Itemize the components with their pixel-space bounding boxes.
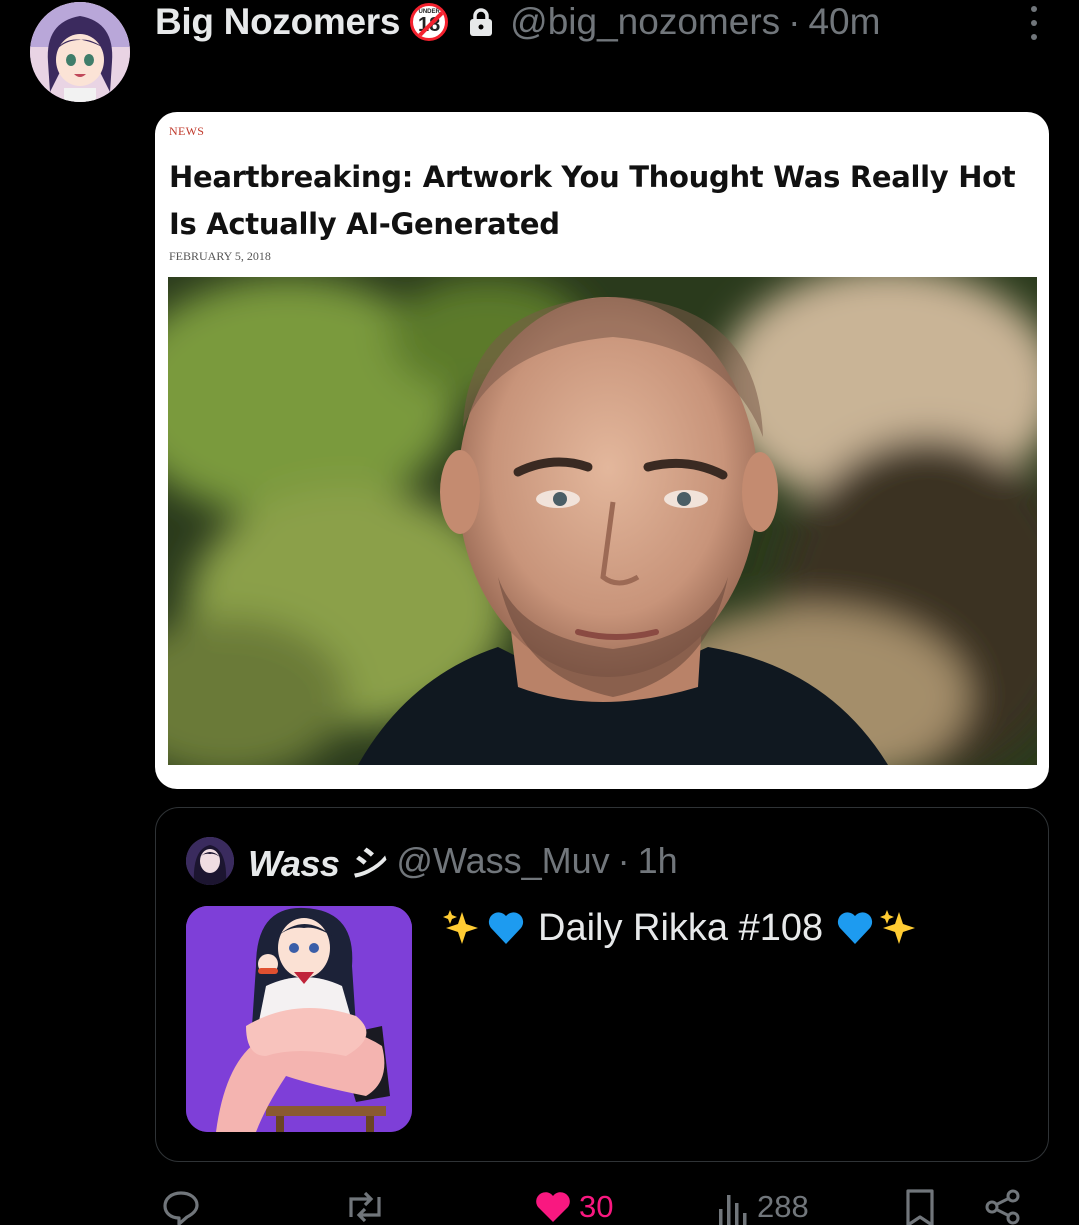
reply-button[interactable] (161, 1188, 201, 1225)
bookmark-icon (903, 1187, 937, 1225)
quoted-post[interactable]: Wass シ @Wass_Muv · 1h Daily Rikka #108 (155, 807, 1049, 1162)
blue-heart-icon (833, 906, 877, 950)
under-18-prohibited-icon: UNDER 18 (410, 3, 449, 41)
blue-heart-icon (484, 906, 528, 950)
views-icon (715, 1187, 751, 1225)
lock-icon (468, 7, 494, 37)
quoted-author-avatar (186, 837, 234, 885)
quoted-author-handle: @Wass_Muv (396, 840, 610, 881)
post-action-bar: 30 288 (155, 1188, 1035, 1225)
author-handle[interactable]: @big_nozomers (510, 1, 780, 43)
share-icon (983, 1187, 1023, 1225)
share-button[interactable] (983, 1188, 1023, 1225)
sparkles-icon (877, 906, 921, 950)
quoted-post-time: 1h (637, 840, 678, 881)
quoted-post-body: Daily Rikka #108 (538, 906, 824, 949)
quoted-time-separator: · (617, 840, 630, 881)
author-display-name[interactable]: Big Nozomers (155, 1, 400, 43)
quoted-post-header: Wass シ @Wass_Muv · 1h (186, 836, 678, 886)
post-header: Big Nozomers UNDER 18 @big_nozomers · 40… (155, 0, 1055, 44)
repost-button[interactable] (343, 1188, 387, 1225)
like-button[interactable]: 30 (533, 1188, 613, 1225)
author-avatar[interactable] (30, 2, 130, 102)
quoted-author-name: Wass シ (248, 843, 385, 884)
heart-filled-icon (533, 1187, 573, 1225)
quoted-post-thumbnail (186, 906, 412, 1132)
bookmark-button[interactable] (903, 1188, 937, 1225)
article-section: NEWS (169, 124, 205, 138)
view-count: 288 (757, 1188, 809, 1224)
quoted-post-text: Daily Rikka #108 (440, 906, 921, 950)
article-date: FEBRUARY 5, 2018 (169, 249, 271, 263)
views-button[interactable]: 288 (715, 1188, 809, 1225)
sparkles-icon (440, 906, 484, 950)
time-separator: · (788, 1, 801, 42)
repost-icon (343, 1187, 387, 1225)
more-options-icon[interactable] (1029, 6, 1039, 40)
attached-article-image[interactable]: NEWS Heartbreaking: Artwork You Thought … (155, 112, 1049, 789)
article-photo (168, 277, 1037, 765)
like-count: 30 (579, 1188, 614, 1224)
article-title: Heartbreaking: Artwork You Thought Was R… (169, 160, 1016, 241)
reply-icon (161, 1187, 201, 1225)
post-time[interactable]: 40m (808, 1, 880, 43)
